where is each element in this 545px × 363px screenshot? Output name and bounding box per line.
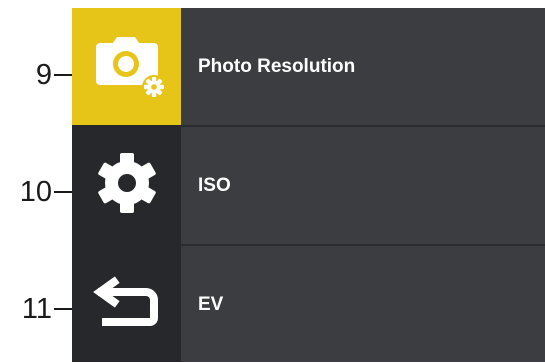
callout-labels: 9 10 11 (0, 0, 72, 362)
menu-item-icon-cell (72, 127, 181, 244)
callout-leader-line (54, 191, 72, 193)
menu-item-icon-cell (72, 246, 181, 363)
menu-item-ev[interactable]: EV (72, 246, 545, 363)
camera-menu-screen: Photo Resolution ISO EV (72, 8, 545, 362)
callout-9: 9 (0, 55, 72, 95)
gear-icon (95, 151, 159, 220)
callout-number: 9 (35, 58, 52, 91)
menu-item-photo-resolution[interactable]: Photo Resolution (72, 8, 545, 125)
menu-item-label: EV (198, 293, 224, 315)
callout-10: 10 (0, 172, 72, 212)
callout-number: 10 (19, 175, 52, 208)
menu-item-label: ISO (198, 174, 231, 196)
menu-item-label: Photo Resolution (198, 55, 356, 77)
callout-11: 11 (0, 289, 72, 329)
camera-settings-icon (86, 29, 168, 104)
menu-item-iso[interactable]: ISO (72, 127, 545, 244)
callout-leader-line (54, 74, 72, 76)
callout-number: 11 (21, 292, 52, 325)
menu-item-icon-cell (72, 8, 181, 125)
back-arrow-icon (92, 272, 162, 337)
callout-leader-line (54, 308, 72, 310)
